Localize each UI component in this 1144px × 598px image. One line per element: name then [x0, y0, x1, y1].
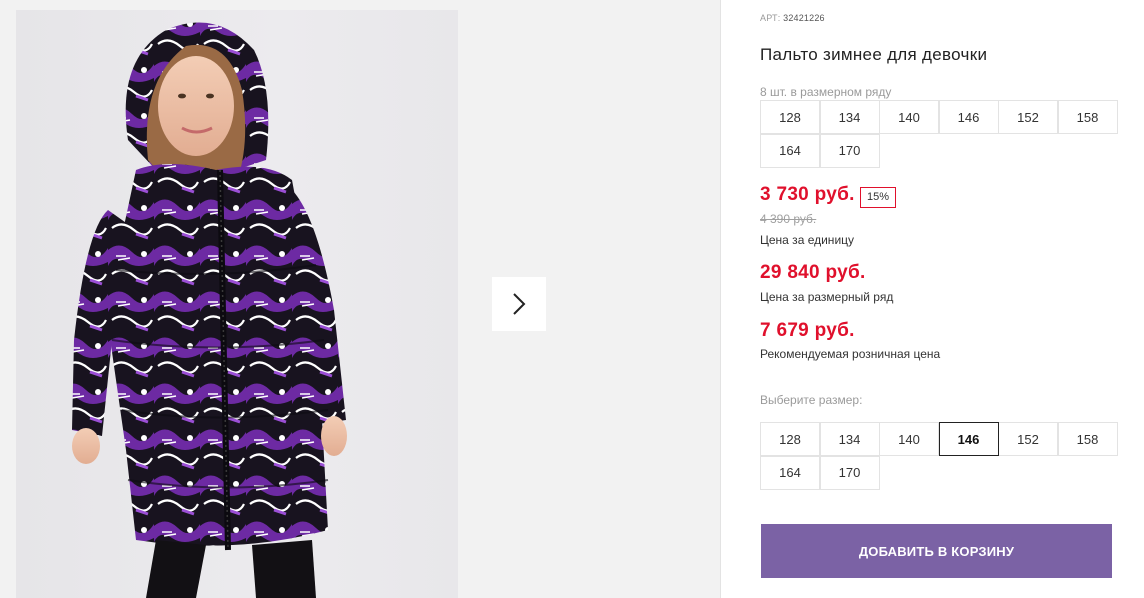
size-option-134[interactable]: 134	[819, 422, 880, 456]
old-price: 4 390 руб.	[760, 212, 817, 226]
size-option-146[interactable]: 146	[938, 422, 999, 456]
next-image-button[interactable]	[492, 277, 546, 331]
retail-price-label: Рекомендуемая розничная цена	[760, 347, 941, 361]
range-size-cell-170: 170	[819, 133, 880, 168]
size-option-140[interactable]: 140	[879, 422, 939, 456]
product-photo-illustration	[72, 22, 347, 598]
add-to-cart-button[interactable]: ДОБАВИТЬ В КОРЗИНУ	[761, 524, 1112, 578]
size-option-128[interactable]: 128	[760, 422, 820, 456]
select-size-caption: Выберите размер:	[760, 393, 863, 407]
range-size-cell-152: 152	[998, 100, 1058, 134]
discount-badge: 15%	[860, 187, 897, 208]
chevron-right-icon	[513, 293, 526, 315]
product-photo[interactable]	[16, 10, 458, 598]
size-option-158[interactable]: 158	[1057, 422, 1118, 456]
range-price: 29 840 руб.	[760, 262, 866, 283]
size-option-170[interactable]: 170	[819, 455, 880, 490]
retail-price: 7 679 руб.	[760, 320, 855, 341]
article-label: АРТ:	[760, 13, 781, 23]
range-size-cell-140: 140	[879, 100, 939, 134]
size-range-caption: 8 шт. в размерном ряду	[760, 85, 892, 99]
range-size-cell-164: 164	[760, 133, 820, 168]
product-title: Пальто зимнее для девочки	[760, 45, 988, 64]
unit-price-label: Цена за единицу	[760, 233, 855, 247]
unit-price: 3 730 руб.	[760, 184, 855, 205]
product-info-panel: АРТ: 32421226 Пальто зимнее для девочки …	[760, 0, 1120, 598]
range-price-label: Цена за размерный ряд	[760, 290, 894, 304]
gallery-divider	[720, 0, 721, 598]
article-number: АРТ: 32421226	[760, 13, 825, 23]
range-size-cell-158: 158	[1057, 100, 1118, 134]
article-value: 32421226	[783, 13, 825, 23]
range-size-cell-146: 146	[938, 100, 999, 134]
range-size-cell-134: 134	[819, 100, 880, 134]
size-option-152[interactable]: 152	[998, 422, 1058, 456]
range-size-cell-128: 128	[760, 100, 820, 134]
size-option-164[interactable]: 164	[760, 455, 820, 490]
product-gallery	[0, 0, 720, 598]
